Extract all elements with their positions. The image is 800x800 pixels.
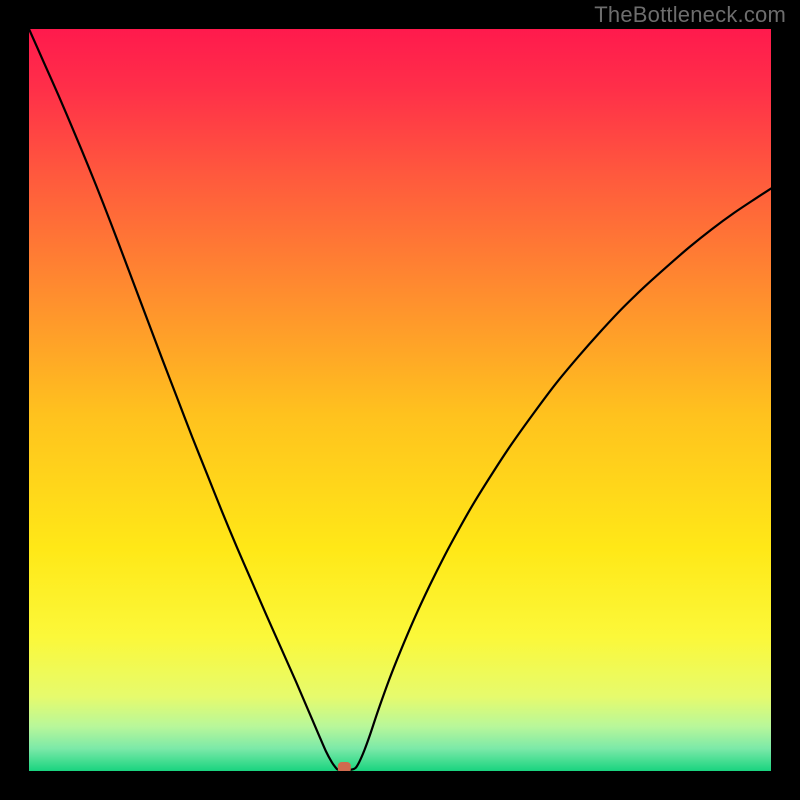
gradient-background: [29, 29, 771, 771]
chart-frame: TheBottleneck.com: [0, 0, 800, 800]
chart-svg: [29, 29, 771, 771]
plot-area: [29, 29, 771, 771]
watermark-text: TheBottleneck.com: [594, 2, 786, 28]
optimum-marker: [338, 762, 351, 771]
